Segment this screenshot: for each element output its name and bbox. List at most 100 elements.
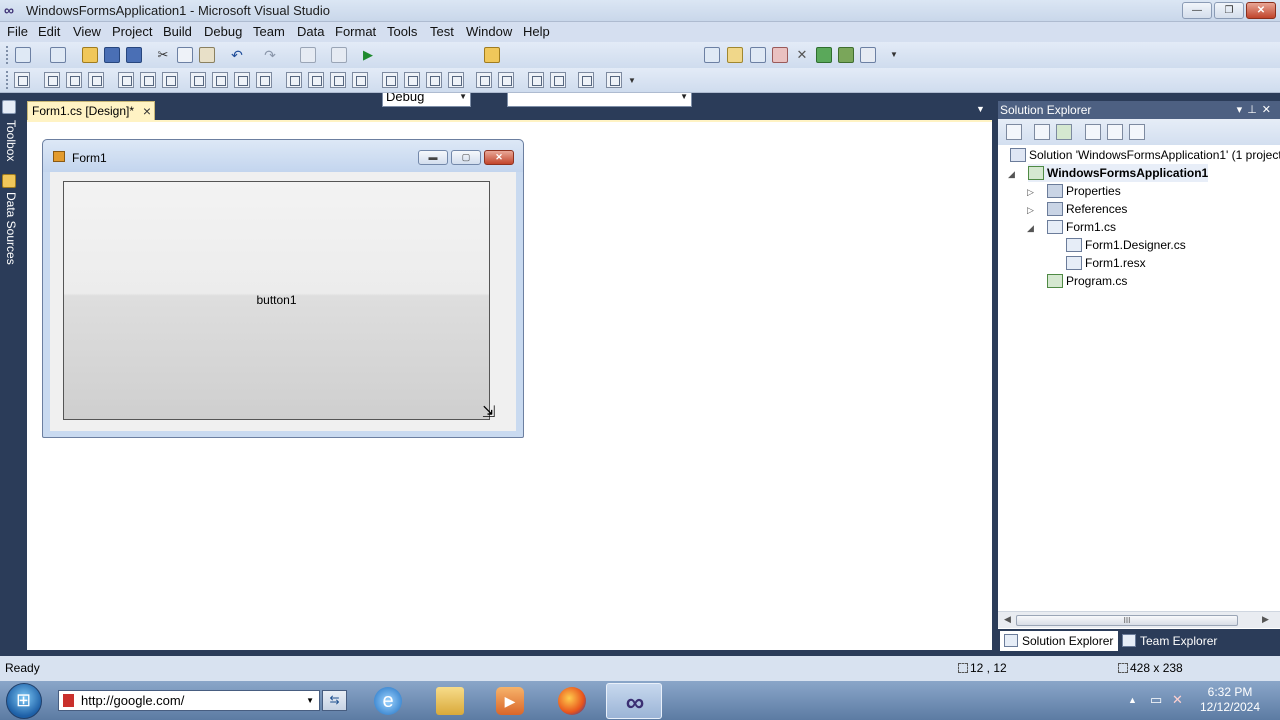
decrease-horizontal-spacing-icon[interactable] — [330, 72, 346, 88]
menu-format[interactable]: Format — [335, 24, 376, 39]
taskbar-file-explorer[interactable] — [422, 683, 478, 719]
close-tab-icon[interactable]: × — [143, 102, 151, 120]
form1-client-area[interactable]: button1 ⇲ — [50, 172, 516, 431]
start-button[interactable]: ⊞ — [6, 683, 42, 719]
redo-icon[interactable]: ↷ — [262, 47, 278, 63]
paste-icon[interactable] — [199, 47, 215, 63]
view-designer-icon[interactable] — [1107, 124, 1123, 140]
solution-explorer-icon[interactable] — [704, 47, 720, 63]
cut-icon[interactable]: ✂ — [155, 47, 171, 63]
align-bottoms-icon[interactable] — [162, 72, 178, 88]
document-list-dropdown-icon[interactable]: ▼ — [976, 104, 985, 114]
menu-debug[interactable]: Debug — [204, 24, 242, 39]
add-item-icon[interactable] — [50, 47, 66, 63]
tab-solution-explorer[interactable]: Solution Explorer — [1000, 631, 1118, 651]
menu-project[interactable]: Project — [112, 24, 152, 39]
form1-window[interactable]: Form1 ▬ ▢ ✕ button1 ⇲ — [42, 139, 524, 438]
network-icon[interactable]: ▭ — [1150, 692, 1162, 708]
taskbar-media-player[interactable]: ▶ — [482, 683, 538, 719]
align-rights-icon[interactable] — [88, 72, 104, 88]
tree-node-properties[interactable]: Properties — [1047, 182, 1121, 200]
menu-test[interactable]: Test — [430, 24, 454, 39]
increase-vertical-spacing-icon[interactable] — [404, 72, 420, 88]
new-project-icon[interactable] — [15, 47, 31, 63]
properties-icon[interactable] — [1006, 124, 1022, 140]
taskbar-firefox[interactable] — [544, 683, 600, 719]
toolbar-overflow-icon[interactable]: ▼ — [628, 76, 638, 92]
vertical-spacing-equal-icon[interactable] — [382, 72, 398, 88]
collapse-arrow-icon[interactable]: ◢ — [1027, 223, 1034, 234]
clock[interactable]: 6:32 PM 12/12/2024 — [1198, 685, 1262, 715]
start-page-icon[interactable] — [816, 47, 832, 63]
send-to-back-icon[interactable] — [550, 72, 566, 88]
tree-node-form1-resx[interactable]: Form1.resx — [1066, 254, 1146, 272]
make-same-width-icon[interactable] — [190, 72, 206, 88]
tree-node-solution[interactable]: Solution 'WindowsFormsApplication1' (1 p… — [1010, 146, 1280, 164]
align-lefts-icon[interactable] — [44, 72, 60, 88]
form-maximize-button[interactable]: ▢ — [451, 150, 481, 165]
make-same-height-icon[interactable] — [234, 72, 250, 88]
toolbar-grip[interactable] — [6, 46, 9, 64]
align-middles-icon[interactable] — [140, 72, 156, 88]
save-all-icon[interactable] — [126, 47, 142, 63]
tree-node-references[interactable]: References — [1047, 200, 1127, 218]
align-tops-icon[interactable] — [118, 72, 134, 88]
show-all-files-icon[interactable] — [1034, 124, 1050, 140]
scroll-left-icon[interactable]: ◀ — [1004, 614, 1011, 625]
properties-window-icon[interactable] — [727, 47, 743, 63]
bring-to-front-icon[interactable] — [528, 72, 544, 88]
align-centers-icon[interactable] — [66, 72, 82, 88]
form1-title-bar[interactable]: Form1 ▬ ▢ ✕ — [43, 140, 523, 172]
menu-view[interactable]: View — [73, 24, 101, 39]
copy-icon[interactable] — [177, 47, 193, 63]
document-tab-form1-design[interactable]: Form1.cs [Design]* × — [27, 101, 155, 121]
go-button[interactable]: ⇆ — [322, 690, 347, 711]
start-debugging-icon[interactable]: ▶ — [360, 47, 376, 63]
navigate-forward-icon[interactable] — [331, 47, 347, 63]
menu-edit[interactable]: Edit — [38, 24, 60, 39]
taskbar-visual-studio[interactable]: ∞ — [606, 683, 662, 719]
scroll-thumb[interactable]: III — [1016, 615, 1238, 626]
tab-team-explorer[interactable]: Team Explorer — [1118, 631, 1228, 651]
form-minimize-button[interactable]: ▬ — [418, 150, 448, 165]
solution-explorer-header[interactable]: Solution Explorer ▾⊥✕ — [998, 101, 1280, 119]
tab-order-icon[interactable] — [606, 72, 622, 88]
data-sources-tab-icon[interactable] — [2, 174, 16, 188]
view-class-diagram-icon[interactable] — [1129, 124, 1145, 140]
data-sources-tab[interactable]: Data Sources — [2, 192, 18, 265]
remove-vertical-spacing-icon[interactable] — [448, 72, 464, 88]
expand-arrow-icon[interactable]: ▷ — [1027, 187, 1034, 198]
taskbar-internet-explorer[interactable]: e — [360, 683, 416, 719]
tools-icon[interactable]: ✕ — [794, 47, 810, 63]
open-file-icon[interactable] — [82, 47, 98, 63]
center-horizontally-icon[interactable] — [476, 72, 492, 88]
show-hidden-icons-icon[interactable]: ▲ — [1128, 695, 1137, 705]
menu-build[interactable]: Build — [163, 24, 192, 39]
window-position-icon[interactable]: ▾ — [1237, 104, 1248, 116]
size-to-grid-icon[interactable] — [212, 72, 228, 88]
volume-muted-icon[interactable]: ✕ — [1172, 692, 1183, 708]
menu-data[interactable]: Data — [297, 24, 324, 39]
object-browser-icon[interactable] — [750, 47, 766, 63]
collapse-arrow-icon[interactable]: ◢ — [1008, 169, 1015, 180]
close-button[interactable]: ✕ — [1246, 2, 1276, 19]
navigate-backward-icon[interactable] — [300, 47, 316, 63]
scroll-right-icon[interactable]: ▶ — [1262, 614, 1269, 625]
menu-file[interactable]: File — [7, 24, 28, 39]
toolbar-overflow-icon[interactable]: ▼ — [890, 50, 900, 66]
tree-node-program-cs[interactable]: Program.cs — [1047, 272, 1127, 290]
minimize-button[interactable]: — — [1182, 2, 1212, 19]
view-code-icon[interactable] — [1085, 124, 1101, 140]
undo-icon[interactable]: ↶ — [229, 47, 245, 63]
toolbox-tab[interactable]: Toolbox — [2, 120, 18, 161]
find-in-files-icon[interactable] — [484, 47, 500, 63]
chevron-down-icon[interactable]: ▼ — [306, 691, 314, 710]
tree-node-form1-designer-cs[interactable]: Form1.Designer.cs — [1066, 236, 1186, 254]
refresh-icon[interactable] — [1056, 124, 1072, 140]
tree-node-form1-cs[interactable]: Form1.cs — [1047, 218, 1116, 236]
form-close-button[interactable]: ✕ — [484, 150, 514, 165]
button1-control[interactable]: button1 — [63, 181, 490, 420]
menu-tools[interactable]: Tools — [387, 24, 417, 39]
expand-arrow-icon[interactable]: ▷ — [1027, 205, 1034, 216]
menu-help[interactable]: Help — [523, 24, 550, 39]
